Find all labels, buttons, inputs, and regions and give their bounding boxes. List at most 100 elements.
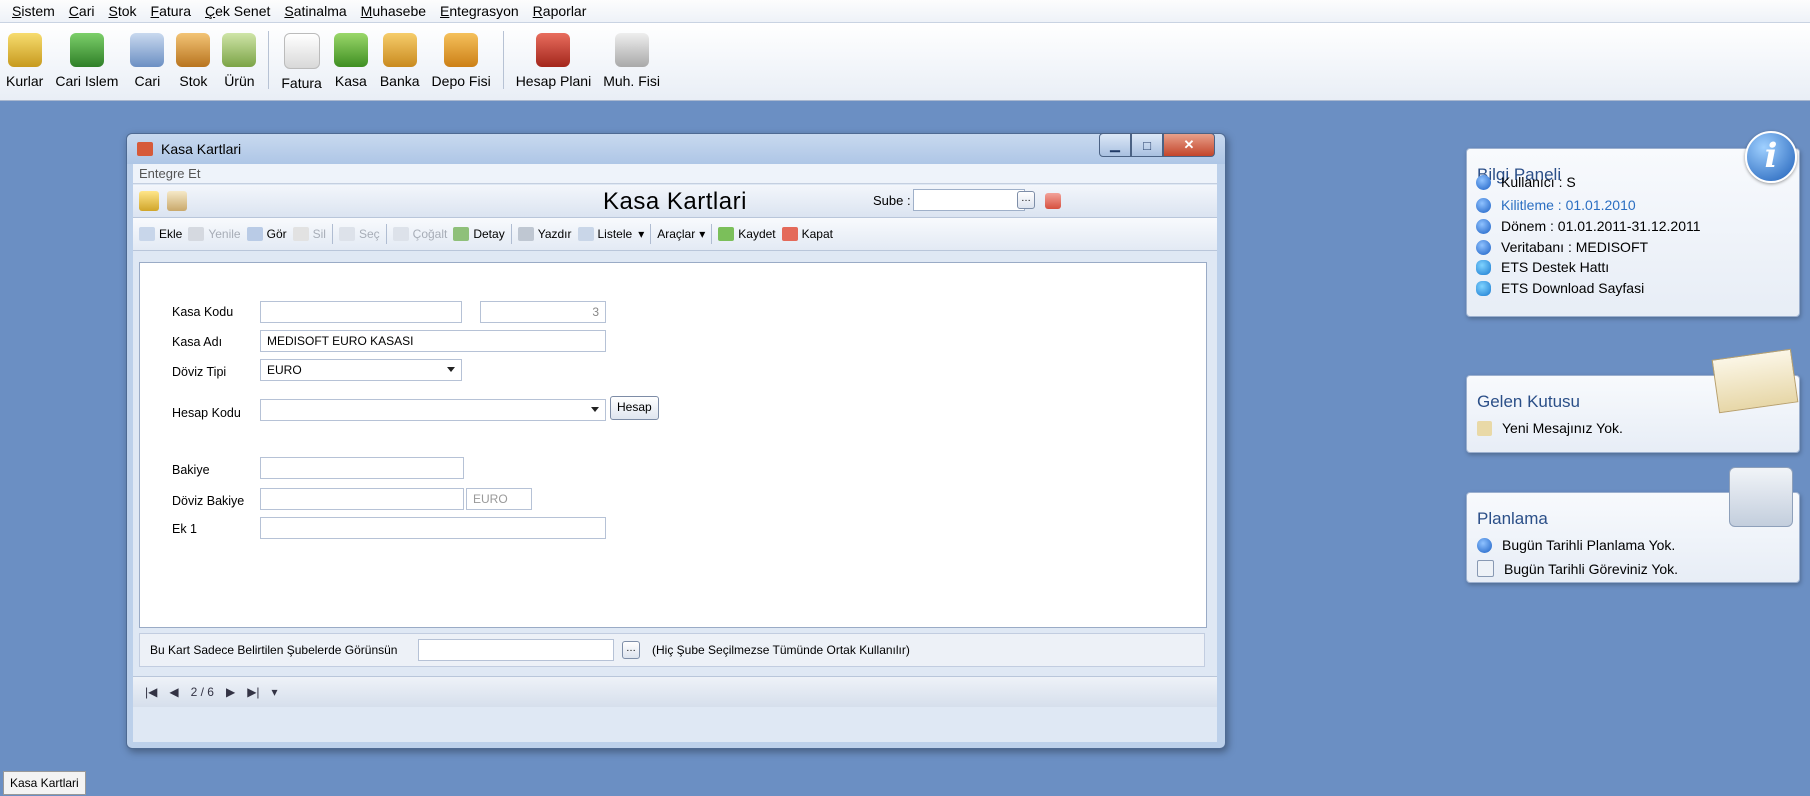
sube-input[interactable]: [913, 189, 1025, 211]
taskbar-kasa-kartlari[interactable]: Kasa Kartlari: [3, 771, 86, 795]
kasa-adi-input[interactable]: MEDISOFT EURO KASASI: [260, 330, 606, 352]
box-icon: [176, 33, 211, 67]
minimize-button[interactable]: ▁: [1099, 133, 1131, 157]
entegre-et-menu[interactable]: Entegre Et: [133, 164, 1217, 184]
browser-icon: [1476, 259, 1491, 275]
cmd-label: Kapat: [801, 227, 833, 241]
toolbar-muh-fisi-button[interactable]: Muh. Fisi: [597, 23, 666, 99]
menu-fatura[interactable]: Fatura: [151, 3, 191, 19]
menu-cek-senet[interactable]: Çek Senet: [205, 3, 270, 19]
kapat-button[interactable]: Kapat: [781, 227, 833, 241]
message-text: Yeni Mesajınız Yok.: [1502, 420, 1623, 436]
warehouse-slip-icon: [444, 33, 479, 67]
cmd-label: Detay: [473, 227, 505, 241]
window-title-bar[interactable]: Kasa Kartlari ▁ □ ✕: [127, 133, 1225, 164]
mail-icon: [1477, 420, 1492, 436]
yazdir-button[interactable]: Yazdır: [517, 227, 572, 241]
toolbar-banka-button[interactable]: Banka: [374, 23, 426, 99]
toolbar-fatura-button[interactable]: Fatura: [275, 23, 327, 99]
chevron-down-icon: ▾: [699, 227, 706, 241]
planlama-panel: Planlama Bugün Tarihli Planlama Yok. Bug…: [1466, 467, 1800, 583]
bank-icon: [382, 33, 417, 67]
bakiye-input[interactable]: [260, 457, 464, 479]
sube-browse-button[interactable]: …: [1017, 191, 1035, 209]
detay-button[interactable]: Detay: [453, 227, 505, 241]
toolbar-depo-fisi-button[interactable]: Depo Fisi: [426, 23, 497, 99]
toolbar-cari-islem-button[interactable]: Cari Islem: [49, 23, 124, 99]
next-record-button[interactable]: ▶: [226, 685, 235, 699]
listele-button[interactable]: Listele ▾: [577, 227, 644, 241]
header-bar: Kasa Kartlari Sube : …: [133, 185, 1217, 218]
cmd-label: Kaydet: [738, 227, 776, 241]
sil-button[interactable]: Sil: [292, 227, 326, 241]
ets-destek-link[interactable]: ETS Destek Hattı: [1476, 259, 1609, 275]
kaydet-button[interactable]: Kaydet: [718, 227, 776, 241]
menu-cari[interactable]: Cari: [69, 3, 95, 19]
message-row[interactable]: Yeni Mesajınız Yok.: [1477, 420, 1623, 436]
toolbar-label: Ürün: [224, 73, 255, 89]
menu-muhasebe[interactable]: Muhasebe: [361, 3, 426, 19]
hesap-button[interactable]: Hesap: [610, 396, 659, 420]
toolbar-kasa-button[interactable]: Kasa: [328, 23, 374, 99]
gor-button[interactable]: Gör: [246, 227, 287, 241]
planlama-row[interactable]: Bugün Tarihli Planlama Yok.: [1477, 537, 1675, 553]
cmd-label: Yazdır: [537, 227, 572, 241]
browser-icon: [1476, 280, 1491, 296]
menu-satinalma[interactable]: Satinalma: [284, 3, 346, 19]
cmd-separator: [331, 224, 333, 244]
toolbar-kurlar-button[interactable]: Kurlar: [0, 23, 49, 99]
exit-icon[interactable]: [1045, 193, 1061, 209]
branch-browse-button[interactable]: …: [622, 641, 640, 659]
view-icon: [246, 227, 263, 241]
hesap-kodu-select[interactable]: [260, 399, 606, 421]
toolbar-label: Stok: [179, 73, 208, 89]
donem-text: Dönem : 01.01.2011-31.12.2011: [1501, 218, 1701, 234]
doviz-bakiye-input[interactable]: [260, 488, 464, 510]
toolbar-hesap-plani-button[interactable]: Hesap Plani: [510, 23, 598, 99]
menu-stok[interactable]: Stok: [108, 3, 136, 19]
cmd-label: Yenile: [208, 227, 241, 241]
branch-label: Bu Kart Sadece Belirtilen Şubelerde Görü…: [150, 643, 398, 657]
info-icon: [1476, 174, 1491, 190]
araclar-button[interactable]: Araçlar ▾: [657, 227, 705, 241]
gorev-row[interactable]: Bugün Tarihli Göreviniz Yok.: [1477, 560, 1678, 577]
first-record-button[interactable]: |◀: [145, 685, 157, 699]
record-position: 2 / 6: [190, 685, 214, 699]
kasa-no-field: 3: [480, 301, 606, 323]
maximize-button[interactable]: □: [1131, 133, 1163, 157]
menu-bar: Sistem Cari Stok Fatura Çek Senet Satina…: [0, 0, 1810, 23]
ek1-input[interactable]: [260, 517, 606, 539]
toolbar-label: Banka: [379, 73, 420, 89]
window-title: Kasa Kartlari: [161, 141, 242, 157]
cogalt-button[interactable]: Çoğalt: [392, 227, 447, 241]
nav-dropdown[interactable]: ▾: [272, 685, 278, 699]
doviz-bakiye-currency: EURO: [466, 488, 532, 510]
calendar-clock-icon: [1729, 467, 1793, 527]
menu-entegrasyon[interactable]: Entegrasyon: [440, 3, 519, 19]
main-toolbar: Kurlar Cari Islem Cari Stok Ürün Fatura …: [0, 23, 1810, 101]
detail-icon: [453, 227, 470, 241]
kilitleme-row[interactable]: Kilitleme : 01.01.2010: [1476, 197, 1636, 213]
doviz-tipi-select[interactable]: EURO: [260, 359, 462, 381]
app-icon: [137, 142, 153, 156]
sec-button[interactable]: Seç: [338, 227, 380, 241]
menu-raporlar[interactable]: Raporlar: [533, 3, 587, 19]
gelen-kutusu-panel: Gelen Kutusu Yeni Mesajınız Yok.: [1466, 348, 1800, 453]
ekle-button[interactable]: Ekle: [139, 227, 182, 241]
toolbar-stok-button[interactable]: Stok: [170, 23, 216, 99]
ets-download-link[interactable]: ETS Download Sayfasi: [1476, 280, 1644, 296]
cmd-label: Gör: [266, 227, 287, 241]
close-button[interactable]: ✕: [1163, 133, 1215, 157]
prev-record-button[interactable]: ◀: [169, 685, 178, 699]
gelen-kutusu-title: Gelen Kutusu: [1477, 392, 1581, 411]
branch-input[interactable]: [418, 639, 614, 661]
yenile-button[interactable]: Yenile: [188, 227, 241, 241]
kasa-kodu-input[interactable]: [260, 301, 462, 323]
toolbar-cari-button[interactable]: Cari: [124, 23, 170, 99]
last-record-button[interactable]: ▶|: [247, 685, 259, 699]
toolbar-urun-button[interactable]: Ürün: [216, 23, 262, 99]
coins-icon: [7, 33, 42, 67]
menu-sistem[interactable]: Sistem: [12, 3, 55, 19]
cmd-label: Listele: [597, 227, 633, 241]
kullanici-row: Kullanıcı : S: [1476, 174, 1576, 190]
